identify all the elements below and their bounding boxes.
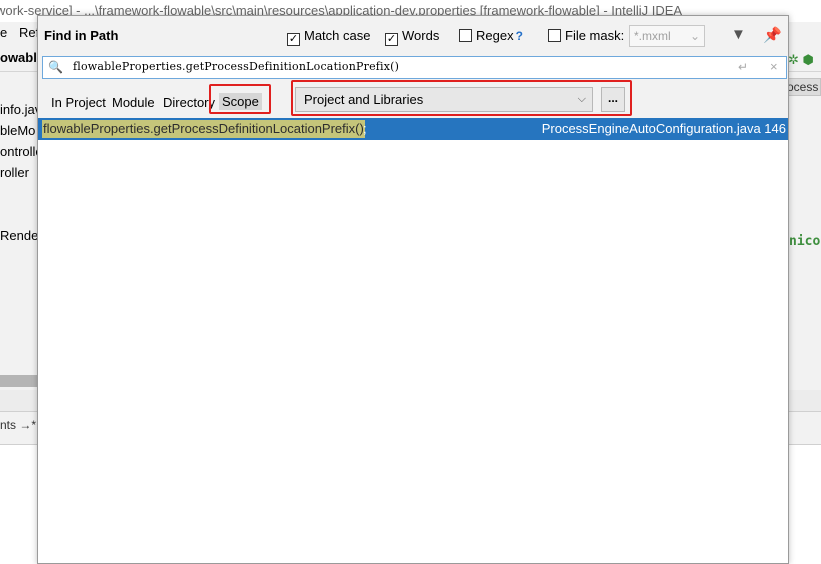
pin-icon[interactable]: 📌 (763, 26, 782, 44)
tab-module[interactable]: Module (112, 95, 155, 110)
run-tools-icon[interactable]: ✲ ⬢ (788, 52, 814, 68)
menu-item-0[interactable]: e (0, 22, 7, 44)
result-line-rest: ; (363, 121, 367, 136)
lower-side-panel (788, 412, 821, 444)
new-line-icon[interactable]: ↵ (738, 60, 748, 74)
search-input[interactable]: 🔍 flowableProperties.getProcessDefinitio… (42, 56, 787, 79)
tab-in-project[interactable]: In Project (51, 95, 106, 110)
tree-item[interactable]: Rende (0, 228, 38, 243)
regex-label: Regex (476, 28, 514, 43)
result-row[interactable]: flowableProperties.getProcessDefinitionL… (38, 118, 788, 140)
file-mask-label: File mask: (565, 28, 625, 43)
annotation-box-scope-tab (209, 84, 271, 114)
search-query[interactable]: flowableProperties.getProcessDefinitionL… (73, 60, 399, 73)
lower-toolbar (0, 390, 40, 412)
results-list: flowableProperties.getProcessDefinitionL… (38, 118, 788, 563)
regex-help-icon[interactable]: ? (516, 29, 523, 43)
match-case-checkbox[interactable]: ✓ (287, 33, 300, 46)
file-mask-checkbox[interactable] (548, 29, 561, 42)
file-mask-option[interactable]: File mask: (548, 28, 624, 43)
dialog-title: Find in Path (44, 28, 119, 43)
tree-item[interactable]: bleMo (0, 123, 35, 138)
bottom-tool-tab[interactable]: nts →* (0, 418, 36, 432)
file-mask-value: *.mxml (634, 29, 671, 43)
regex-checkbox[interactable] (459, 29, 472, 42)
annotation-box-scope-select (291, 80, 632, 116)
horizontal-scrollbar[interactable] (0, 375, 40, 387)
match-case-option[interactable]: ✓ Match case (287, 28, 370, 46)
tree-item[interactable]: info.jav (0, 102, 41, 117)
editor-code-fragment: nico (789, 234, 821, 249)
find-in-path-dialog: Find in Path ✓ Match case ✓ Words Regex? F… (37, 15, 789, 564)
words-label: Words (402, 28, 440, 43)
file-mask-field[interactable]: *.mxml ⌄ (629, 25, 705, 47)
regex-option[interactable]: Regex? (459, 28, 523, 43)
close-icon[interactable]: × (770, 59, 778, 74)
match-case-label: Match case (304, 28, 371, 43)
result-match-text: flowableProperties.getProcessDefinitionL… (42, 120, 365, 138)
tab-directory[interactable]: Directory (163, 95, 215, 110)
editor-tab-right[interactable]: ocess (786, 78, 821, 96)
filter-icon[interactable]: ▼ (731, 26, 746, 43)
words-checkbox[interactable]: ✓ (385, 33, 398, 46)
search-icon[interactable]: 🔍 (48, 60, 63, 74)
result-file-location: ProcessEngineAutoConfiguration.java 146 (541, 121, 786, 136)
words-option[interactable]: ✓ Words (385, 28, 439, 46)
lower-toolbar-right (788, 390, 821, 412)
tree-item[interactable]: roller (0, 165, 29, 180)
chevron-down-icon: ⌄ (689, 29, 700, 43)
